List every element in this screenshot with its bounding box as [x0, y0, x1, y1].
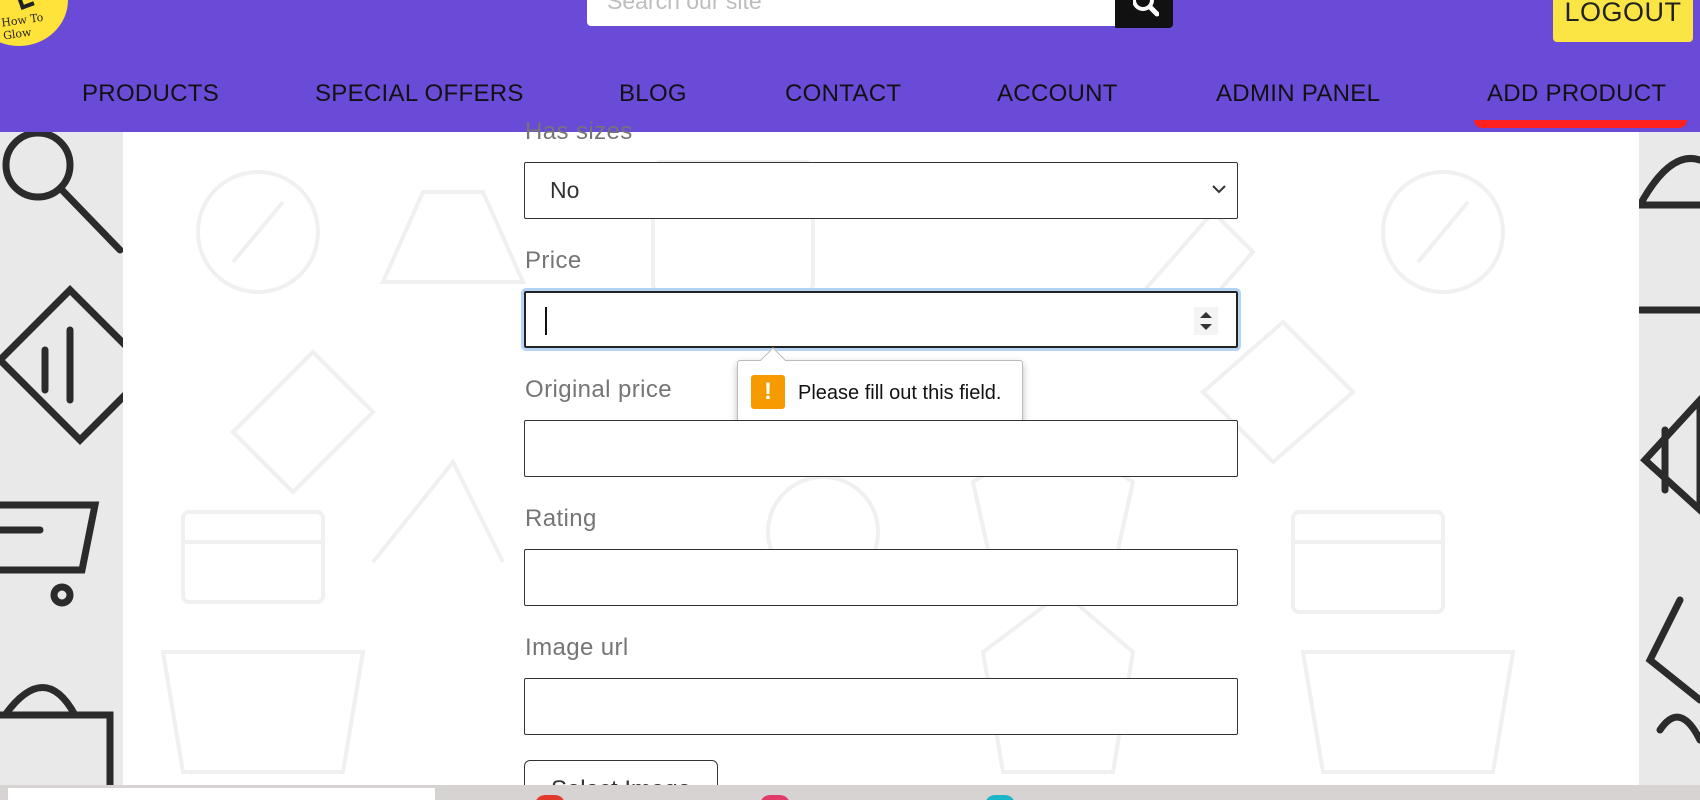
search-button[interactable] [1115, 0, 1173, 28]
has-sizes-label: Has sizes [525, 118, 633, 145]
has-sizes-value: No [550, 177, 580, 203]
rating-input[interactable] [524, 549, 1238, 606]
logo-text: How To Glow [0, 10, 45, 43]
warning-icon: ! [751, 375, 785, 409]
taskbar-search[interactable] [8, 788, 435, 800]
taskbar-app-icon[interactable] [535, 795, 565, 800]
rating-label: Rating [525, 505, 597, 532]
nav-admin-panel[interactable]: ADMIN PANEL [1216, 80, 1380, 108]
nav-special-offers[interactable]: SPECIAL OFFERS [315, 80, 524, 108]
original-price-label: Original price [525, 376, 672, 403]
search-input[interactable]: Search our site [587, 0, 1116, 26]
taskbar-app-icon[interactable] [760, 795, 790, 800]
nav-account[interactable]: ACCOUNT [997, 80, 1118, 108]
nav-products[interactable]: PRODUCTS [82, 80, 219, 108]
price-input[interactable] [521, 288, 1241, 351]
image-url-label: Image url [525, 634, 629, 661]
nav-blog[interactable]: BLOG [619, 80, 687, 108]
nav-contact[interactable]: CONTACT [785, 80, 901, 108]
top-header: How To Glow Search our site LOGOUT PRODU… [0, 0, 1700, 132]
original-price-input[interactable] [524, 420, 1238, 477]
text-caret [545, 307, 547, 335]
active-nav-underline [1474, 120, 1687, 128]
logo-mark-icon [15, 0, 35, 10]
site-logo[interactable]: How To Glow [0, 0, 68, 46]
nav-add-product[interactable]: ADD PRODUCT [1487, 80, 1666, 108]
validation-tooltip: ! Please fill out this field. [737, 347, 1023, 424]
validation-message: Please fill out this field. [798, 382, 1002, 404]
price-label: Price [525, 247, 582, 274]
search-icon [1133, 0, 1159, 17]
taskbar-app-icon[interactable] [985, 795, 1015, 800]
has-sizes-select[interactable]: No [524, 162, 1238, 219]
logout-button[interactable]: LOGOUT [1553, 0, 1693, 42]
chevron-down-icon [1212, 185, 1226, 194]
image-url-input[interactable] [524, 678, 1238, 735]
number-spinner[interactable] [1194, 307, 1218, 335]
taskbar [0, 785, 1700, 800]
